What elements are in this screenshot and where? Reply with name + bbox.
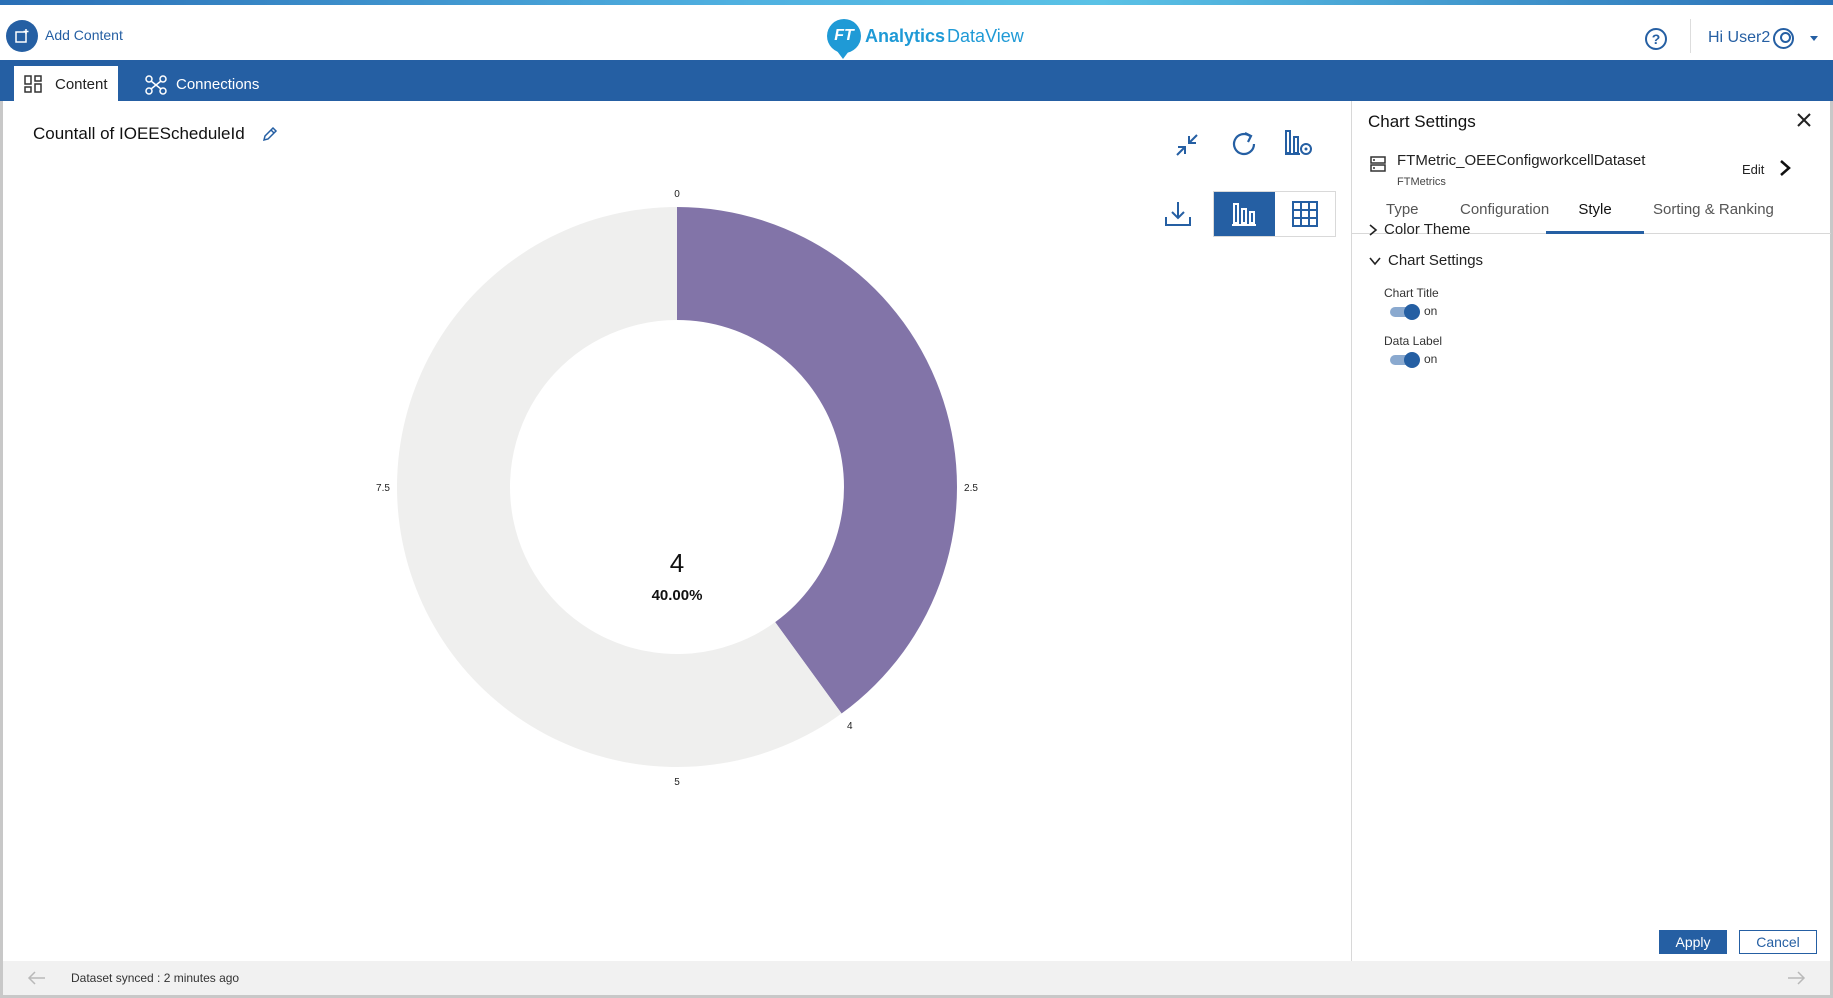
panel-title: Chart Settings: [1368, 112, 1476, 131]
section-color-theme[interactable]: Color Theme: [1368, 221, 1470, 238]
section-chart-settings[interactable]: Chart Settings: [1368, 252, 1483, 269]
connections-icon: [145, 75, 167, 95]
donut-tick-label: 0: [674, 189, 680, 200]
add-content-icon: [15, 29, 29, 43]
center-percent: 40.00%: [652, 587, 703, 604]
chart-canvas: Countall of IOEEScheduleId 0 2.5 4 5 7.5…: [3, 101, 1351, 961]
data-label-field-label: Data Label: [1384, 334, 1443, 348]
chevron-right-icon: [1369, 223, 1378, 236]
grid-icon: [24, 75, 42, 93]
donut-tick-label: 7.5: [376, 483, 390, 494]
app-header: Add Content FT Analytics DataView ? Hi U…: [0, 5, 1833, 60]
donut-chart: 0 2.5 4 5 7.5 4 40.00%: [376, 189, 978, 788]
tab-connections-label: Connections: [176, 76, 260, 93]
dataset-edit-link[interactable]: Edit: [1742, 162, 1764, 177]
close-icon[interactable]: [1795, 111, 1813, 129]
apply-button[interactable]: Apply: [1659, 930, 1727, 954]
add-content-button[interactable]: [6, 20, 38, 52]
arrow-left-icon[interactable]: [27, 969, 47, 987]
tab-content[interactable]: Content: [14, 66, 118, 101]
user-avatar-icon[interactable]: [1773, 28, 1794, 49]
tab-sorting-ranking[interactable]: Sorting & Ranking: [1653, 198, 1774, 234]
tab-connections[interactable]: Connections: [140, 66, 270, 101]
header-divider: [1690, 19, 1691, 53]
status-footer: Dataset synced : 2 minutes ago: [3, 961, 1830, 995]
tab-style[interactable]: Style: [1546, 198, 1644, 234]
section-color-theme-label: Color Theme: [1384, 221, 1471, 238]
logo-mark: FT: [827, 19, 861, 59]
nav-bar: Content Connections: [0, 60, 1833, 101]
chart-title-toggle-state: on: [1424, 304, 1438, 318]
data-label-toggle[interactable]: [1390, 352, 1420, 368]
tab-configuration[interactable]: Configuration: [1460, 198, 1549, 234]
donut-slice-highlighted[interactable]: [677, 207, 958, 714]
center-value: 4: [670, 548, 684, 578]
tab-content-label: Content: [55, 76, 108, 93]
help-icon[interactable]: ?: [1645, 28, 1667, 50]
chevron-down-icon: [1369, 256, 1381, 265]
user-greeting[interactable]: Hi User2: [1708, 29, 1770, 47]
donut-tick-label: 2.5: [964, 483, 978, 494]
chart-title-toggle[interactable]: [1390, 304, 1420, 320]
user-menu-caret-icon[interactable]: [1810, 36, 1818, 41]
chart-settings-panel: Chart Settings FTMetric_OEEConfigworkcel…: [1351, 101, 1831, 961]
data-label-toggle-state: on: [1424, 352, 1438, 366]
section-chart-settings-label: Chart Settings: [1388, 252, 1484, 269]
dataset-icon: [1370, 156, 1386, 172]
dataset-name: FTMetric_OEEConfigworkcellDataset: [1397, 152, 1646, 169]
dataset-source: FTMetrics: [1397, 176, 1446, 188]
chevron-right-icon[interactable]: [1778, 158, 1792, 178]
cancel-button[interactable]: Cancel: [1739, 930, 1817, 954]
donut-tick-label: 5: [674, 777, 680, 788]
logo-product: DataView: [947, 25, 1024, 46]
sync-status: Dataset synced : 2 minutes ago: [71, 971, 240, 985]
arrow-right-icon[interactable]: [1786, 969, 1806, 987]
donut-tick-label: 4: [847, 721, 853, 732]
app-logo: FT Analytics DataView: [827, 19, 1024, 59]
chart-title-field-label: Chart Title: [1384, 286, 1439, 300]
logo-brand: Analytics: [865, 25, 946, 46]
add-content-label[interactable]: Add Content: [45, 27, 123, 43]
